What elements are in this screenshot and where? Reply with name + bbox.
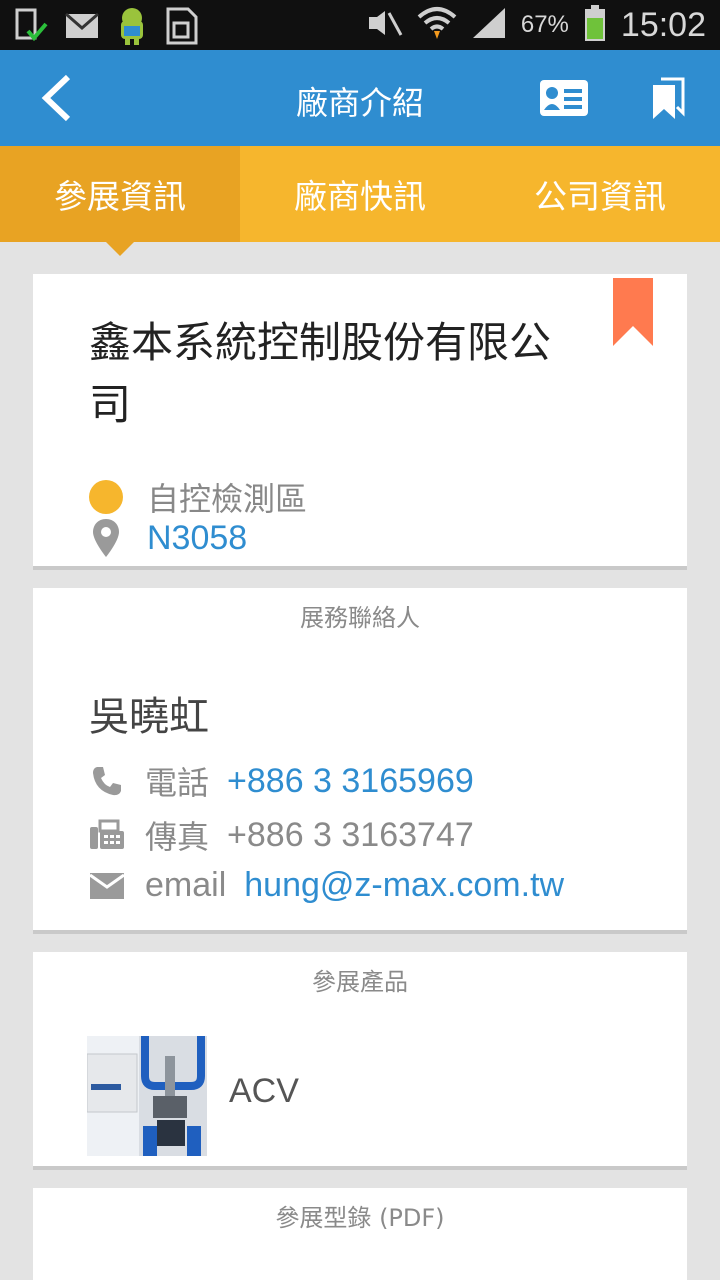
- catalog-card: 參展型錄 (PDF): [33, 1188, 687, 1280]
- fax-label: 傳真: [145, 818, 210, 856]
- phone-row[interactable]: 電話 +886 3 3165969: [89, 758, 474, 804]
- signal-icon: [471, 6, 507, 44]
- mute-icon: [365, 7, 403, 43]
- email-label: email: [145, 866, 227, 904]
- exhibit-area: 自控檢測區: [147, 480, 308, 518]
- phone-number[interactable]: +886 3 3165969: [227, 762, 474, 801]
- tab-company-info[interactable]: 公司資訊: [480, 146, 720, 242]
- email-icon: [89, 868, 125, 904]
- company-card: 鑫本系統控制股份有限公司 自控檢測區 N3058: [33, 274, 687, 570]
- location-pin-icon: [89, 518, 123, 558]
- android-icon: [114, 6, 150, 50]
- battery-percentage: 67%: [520, 11, 569, 38]
- email-address[interactable]: hung@z-max.com.tw: [244, 866, 564, 905]
- sd-card-icon: [164, 7, 198, 49]
- business-card-button[interactable]: [534, 72, 594, 124]
- download-complete-icon: [14, 7, 50, 49]
- clock: 15:02: [620, 5, 706, 44]
- bookmarks-button[interactable]: [640, 70, 696, 126]
- contact-card-icon: [540, 80, 588, 116]
- products-card: 參展產品 ACV: [33, 952, 687, 1170]
- contact-section-label: 展務聯絡人: [300, 604, 420, 632]
- battery-icon: [583, 4, 607, 46]
- wifi-icon: [417, 5, 457, 45]
- fax-number: +886 3 3163747: [227, 815, 474, 854]
- bookmarks-icon: [653, 77, 685, 119]
- fax-icon: [89, 817, 125, 853]
- product-name[interactable]: ACV: [229, 1072, 299, 1111]
- tab-exhibition-info[interactable]: 參展資訊: [0, 146, 240, 256]
- exhibit-area-row: 自控檢測區: [89, 474, 307, 520]
- bookmark-ribbon-icon[interactable]: [613, 278, 653, 346]
- contact-name: 吳曉虹: [89, 694, 209, 740]
- products-section-label: 參展產品: [312, 968, 408, 996]
- product-thumbnail[interactable]: [87, 1036, 207, 1156]
- catalog-section-label: 參展型錄 (PDF): [275, 1204, 445, 1232]
- app-bar: 廠商介紹: [0, 50, 720, 146]
- company-name: 鑫本系統控制股份有限公司: [89, 318, 552, 429]
- booth-number[interactable]: N3058: [147, 519, 247, 558]
- gmail-icon: [64, 11, 100, 45]
- contact-card: 展務聯絡人 吳曉虹 電話 +886 3 3165969 傳真 +886 3 31…: [33, 588, 687, 934]
- tab-vendor-news[interactable]: 廠商快訊: [240, 146, 480, 242]
- booth-row[interactable]: N3058: [89, 518, 247, 558]
- fax-row: 傳真 +886 3 3163747: [89, 812, 474, 858]
- phone-label: 電話: [145, 764, 210, 802]
- page-title: 廠商介紹: [295, 84, 424, 122]
- phone-icon: [89, 763, 125, 799]
- status-bar: 67% 15:02: [0, 0, 720, 50]
- area-color-dot: [89, 480, 123, 514]
- email-row[interactable]: email hung@z-max.com.tw: [89, 866, 564, 905]
- tab-bar: 參展資訊 廠商快訊 公司資訊: [0, 146, 720, 256]
